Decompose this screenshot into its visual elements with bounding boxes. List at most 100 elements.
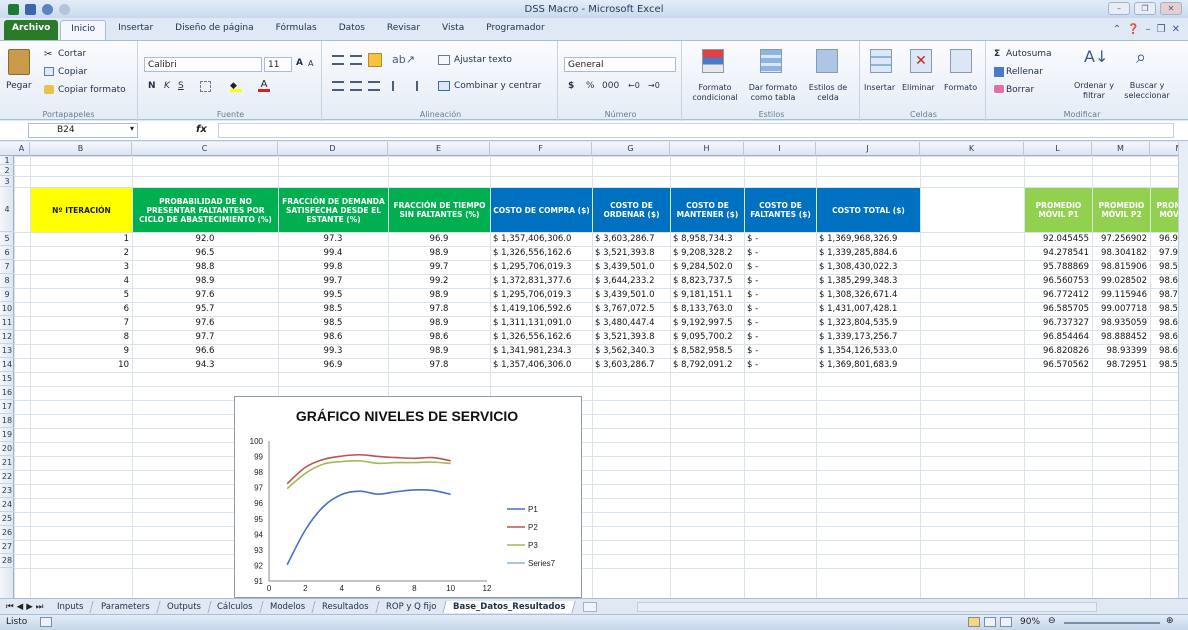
- column-header-l[interactable]: L: [1024, 142, 1092, 156]
- sheet-tab-rop-q-fijo[interactable]: ROP y Q fijo: [376, 600, 447, 613]
- table-cell[interactable]: 97.8: [388, 304, 490, 315]
- table-cell[interactable]: $ -: [744, 248, 816, 259]
- table-cell[interactable]: $ 9,095,700.2: [670, 332, 744, 343]
- service-level-chart[interactable]: GRÁFICO NIVELES DE SERVICIO 100 99 98 97 96 9…: [234, 396, 582, 598]
- tab-diseno-pagina[interactable]: Diseño de página: [165, 20, 264, 40]
- percent-button[interactable]: %: [586, 81, 595, 91]
- tab-revisar[interactable]: Revisar: [377, 20, 430, 40]
- autosum-button[interactable]: Autosuma: [1006, 49, 1052, 59]
- number-format-select[interactable]: General: [564, 57, 676, 72]
- table-cell[interactable]: 99.3: [278, 346, 388, 357]
- column-header-j[interactable]: J: [816, 142, 920, 156]
- table-cell[interactable]: 97.916667: [1150, 248, 1178, 259]
- table-cell[interactable]: $ 1,357,406,306.0: [490, 234, 592, 245]
- row-header-18[interactable]: 18: [0, 414, 14, 428]
- format-cells-button[interactable]: Formato: [944, 83, 977, 92]
- paste-icon[interactable]: [8, 49, 30, 75]
- sheet-tab-calculos[interactable]: Cálculos: [207, 600, 264, 613]
- font-size-select[interactable]: 11: [264, 57, 292, 72]
- close-workbook-icon[interactable]: ✕: [1172, 24, 1180, 35]
- paste-button[interactable]: Pegar: [6, 81, 32, 91]
- table-cell[interactable]: 99.007718: [1092, 304, 1150, 315]
- collapse-ribbon-icon[interactable]: ⌃: [1113, 24, 1121, 35]
- column-header-i[interactable]: I: [744, 142, 816, 156]
- sort-filter-button[interactable]: Ordenar y filtrar: [1070, 81, 1118, 101]
- table-cell[interactable]: $ 1,308,430,022.3: [816, 262, 920, 273]
- tab-vista[interactable]: Vista: [432, 20, 474, 40]
- table-cell[interactable]: 98.9: [388, 290, 490, 301]
- table-cell[interactable]: 2: [30, 248, 132, 259]
- align-bottom-icon[interactable]: [368, 53, 382, 67]
- table-cell[interactable]: $ 1,308,326,671.4: [816, 290, 920, 301]
- table-cell[interactable]: $ 1,339,285,884.6: [816, 248, 920, 259]
- row-header-3[interactable]: 3: [0, 176, 14, 187]
- table-cell[interactable]: $ 1,357,406,306.0: [490, 360, 592, 371]
- table-cell[interactable]: 98.518519: [1150, 262, 1178, 273]
- column-header-e[interactable]: E: [388, 142, 490, 156]
- column-header-a[interactable]: A: [14, 142, 30, 156]
- cell-styles-button[interactable]: Estilos de celda: [802, 83, 854, 103]
- column-header-n[interactable]: N: [1150, 142, 1179, 156]
- italic-button[interactable]: K: [164, 81, 170, 91]
- table-cell[interactable]: $ 1,369,968,326.9: [816, 234, 920, 245]
- table-cell[interactable]: $ 8,582,958.5: [670, 346, 744, 357]
- column-header-d[interactable]: D: [278, 142, 388, 156]
- table-cell[interactable]: $ 3,480,447.4: [592, 318, 670, 329]
- table-cell[interactable]: 99.115946: [1092, 290, 1150, 301]
- row-header-9[interactable]: 9: [0, 288, 14, 302]
- table-cell[interactable]: 1: [30, 234, 132, 245]
- table-cell[interactable]: $ -: [744, 290, 816, 301]
- row-header-11[interactable]: 11: [0, 316, 14, 330]
- clear-button[interactable]: Borrar: [1006, 85, 1034, 95]
- table-cell[interactable]: $ 9,192,997.5: [670, 318, 744, 329]
- copy-button[interactable]: Copiar: [58, 67, 87, 77]
- table-cell[interactable]: $ -: [744, 346, 816, 357]
- table-cell[interactable]: 7: [30, 318, 132, 329]
- table-cell[interactable]: $ 3,521,393.8: [592, 332, 670, 343]
- row-header-13[interactable]: 13: [0, 344, 14, 358]
- table-cell[interactable]: 98.555556: [1150, 360, 1178, 371]
- wrap-text-button[interactable]: Ajustar texto: [454, 55, 512, 65]
- table-cell[interactable]: 6: [30, 304, 132, 315]
- align-top-icon[interactable]: [332, 55, 344, 65]
- row-header-1[interactable]: 1: [0, 156, 14, 165]
- zoom-out-icon[interactable]: ⊖: [1048, 616, 1056, 626]
- borders-icon[interactable]: [200, 81, 211, 92]
- merge-center-button[interactable]: Combinar y centrar: [454, 81, 541, 91]
- table-cell[interactable]: 96.6: [132, 346, 278, 357]
- minimize-button[interactable]: –: [1108, 2, 1130, 15]
- table-cell[interactable]: 94.278541: [1024, 248, 1092, 259]
- tab-insertar[interactable]: Insertar: [108, 20, 163, 40]
- sheet-tab-modelos[interactable]: Modelos: [260, 600, 316, 613]
- new-sheet-icon[interactable]: [582, 601, 597, 612]
- table-cell[interactable]: 98.9: [388, 318, 490, 329]
- sheet-tab-base-datos-resultados[interactable]: Base_Datos_Resultados: [443, 600, 577, 613]
- table-cell[interactable]: 5: [30, 290, 132, 301]
- column-header-k[interactable]: K: [920, 142, 1024, 156]
- table-cell[interactable]: 98.6: [388, 332, 490, 343]
- row-header-20[interactable]: 20: [0, 442, 14, 456]
- row-header-27[interactable]: 27: [0, 540, 14, 554]
- fill-button[interactable]: Rellenar: [1006, 67, 1043, 77]
- row-header-21[interactable]: 21: [0, 456, 14, 470]
- row-header-15[interactable]: 15: [0, 372, 14, 386]
- table-cell[interactable]: 96.570562: [1024, 360, 1092, 371]
- tab-programador[interactable]: Programador: [476, 20, 554, 40]
- page-break-icon[interactable]: [1000, 617, 1012, 627]
- table-cell[interactable]: 99.5: [278, 290, 388, 301]
- column-header-g[interactable]: G: [592, 142, 670, 156]
- row-header-25[interactable]: 25: [0, 512, 14, 526]
- restore-button[interactable]: ❐: [1134, 2, 1156, 15]
- fill-color-icon[interactable]: ◆: [230, 81, 242, 92]
- format-painter-button[interactable]: Copiar formato: [58, 85, 126, 95]
- table-cell[interactable]: $ 8,133,763.0: [670, 304, 744, 315]
- table-cell[interactable]: $ 3,767,072.5: [592, 304, 670, 315]
- table-cell[interactable]: $ 3,562,340.3: [592, 346, 670, 357]
- decrease-indent-icon[interactable]: [392, 81, 402, 91]
- table-cell[interactable]: 99.2: [388, 276, 490, 287]
- formula-input[interactable]: [218, 123, 1174, 138]
- table-cell[interactable]: $ 1,339,173,256.7: [816, 332, 920, 343]
- table-cell[interactable]: 96.772412: [1024, 290, 1092, 301]
- normal-view-icon[interactable]: [968, 617, 980, 627]
- sheet-nav-first-icon[interactable]: ⏮: [6, 602, 14, 612]
